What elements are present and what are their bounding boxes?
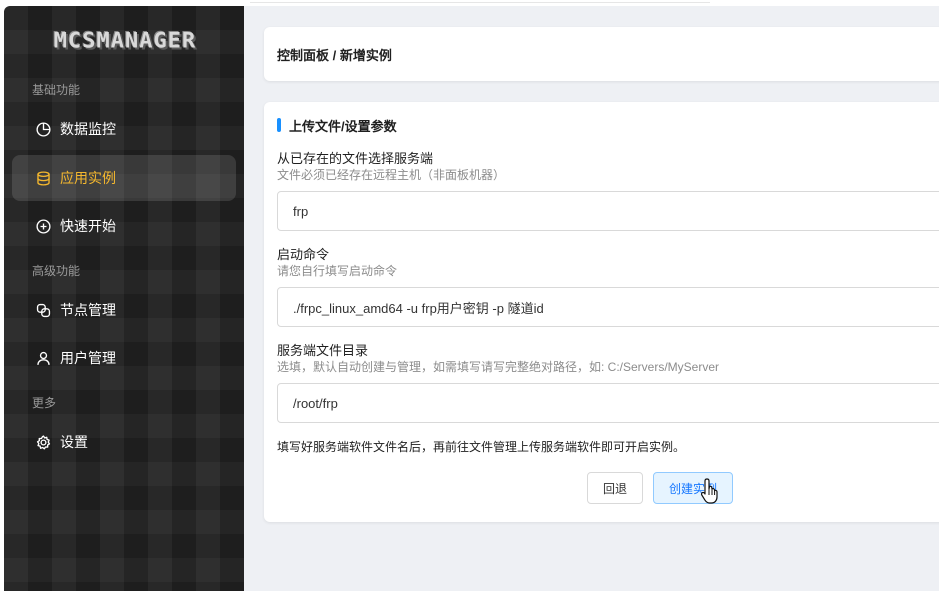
nodes-icon bbox=[34, 301, 52, 319]
top-divider bbox=[250, 0, 710, 3]
sidebar: MCSMANAGER 基础功能 数据监控 应用实例 快速开始 高级功能 节点管理… bbox=[4, 6, 244, 591]
gear-icon bbox=[34, 433, 52, 451]
form-card: 上传文件/设置参数 从已存在的文件选择服务端 文件必须已经存在远程主机（非面板机… bbox=[264, 102, 939, 522]
breadcrumb: 控制面板 / 新增实例 bbox=[277, 47, 392, 63]
server-file-input[interactable] bbox=[277, 191, 939, 231]
sidebar-item-label: 用户管理 bbox=[60, 350, 116, 366]
form-note: 填写好服务端软件文件名后，再前往文件管理上传服务端软件即可开启实例。 bbox=[277, 440, 686, 454]
start-command-label: 启动命令 bbox=[277, 247, 330, 262]
back-button[interactable]: 回退 bbox=[587, 472, 643, 504]
sidebar-item-label: 快速开始 bbox=[60, 218, 116, 234]
sidebar-item-quickstart[interactable]: 快速开始 bbox=[12, 203, 236, 249]
sidebar-item-monitor[interactable]: 数据监控 bbox=[12, 106, 236, 152]
server-file-label: 从已存在的文件选择服务端 bbox=[277, 151, 434, 166]
pie-chart-icon bbox=[34, 120, 52, 138]
breadcrumb-card: 控制面板 / 新增实例 bbox=[264, 27, 939, 81]
sidebar-item-label: 设置 bbox=[60, 434, 88, 450]
card-title: 上传文件/设置参数 bbox=[277, 117, 397, 134]
sidebar-item-settings[interactable]: 设置 bbox=[12, 419, 236, 465]
hand-cursor-icon bbox=[700, 478, 718, 504]
group-label-basic: 基础功能 bbox=[32, 83, 81, 97]
start-command-hint: 请您自行填写启动命令 bbox=[277, 264, 398, 278]
sidebar-item-label: 节点管理 bbox=[60, 302, 116, 318]
user-icon bbox=[34, 349, 52, 367]
card-title-text: 上传文件/设置参数 bbox=[289, 118, 397, 134]
title-accent-bar bbox=[277, 118, 281, 132]
app-logo: MCSMANAGER bbox=[53, 29, 197, 53]
sidebar-item-nodes[interactable]: 节点管理 bbox=[12, 287, 236, 333]
sidebar-item-users[interactable]: 用户管理 bbox=[12, 335, 236, 381]
sidebar-item-label: 数据监控 bbox=[60, 121, 116, 137]
main-content: 控制面板 / 新增实例 上传文件/设置参数 从已存在的文件选择服务端 文件必须已… bbox=[244, 6, 939, 591]
server-dir-label: 服务端文件目录 bbox=[277, 343, 369, 358]
database-icon bbox=[34, 169, 52, 187]
start-command-input[interactable] bbox=[277, 287, 939, 327]
plus-circle-icon bbox=[34, 217, 52, 235]
server-dir-hint: 选填，默认自动创建与管理，如需填写请写完整绝对路径，如: C:/Servers/… bbox=[277, 360, 720, 374]
group-label-advanced: 高级功能 bbox=[32, 264, 81, 278]
sidebar-item-label: 应用实例 bbox=[60, 170, 116, 186]
group-label-more: 更多 bbox=[32, 396, 57, 410]
server-file-hint: 文件必须已经存在远程主机（非面板机器） bbox=[277, 168, 506, 182]
server-dir-input[interactable] bbox=[277, 383, 939, 423]
sidebar-item-instances[interactable]: 应用实例 bbox=[12, 155, 236, 201]
